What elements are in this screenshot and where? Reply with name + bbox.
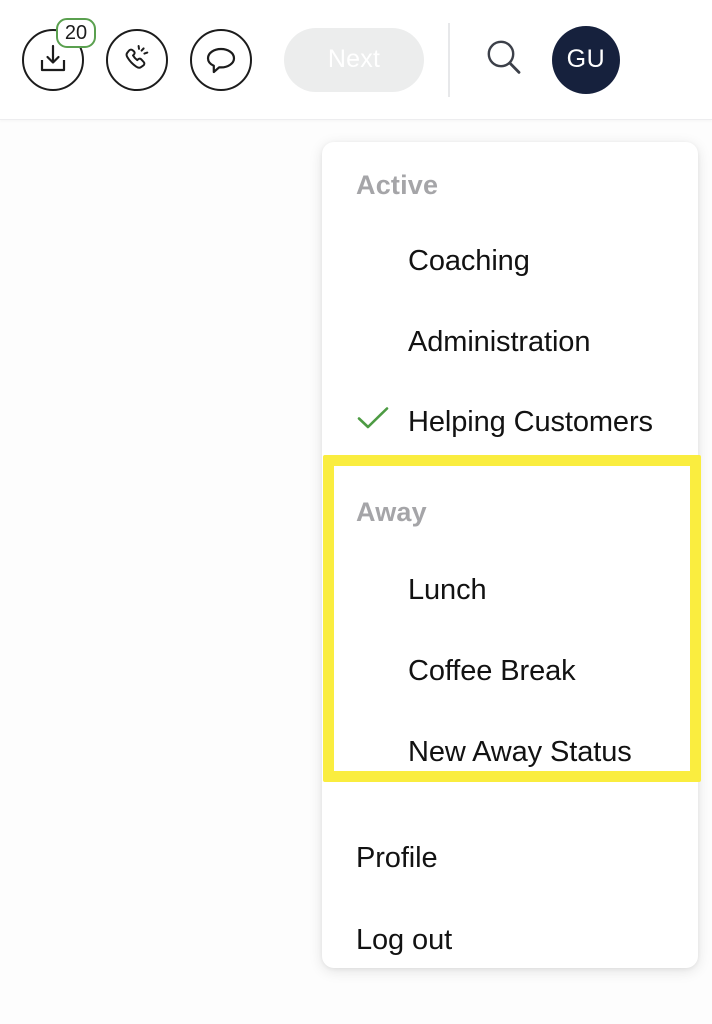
next-button[interactable]: Next [284,27,424,92]
user-status-dropdown-menu: Active Coaching Administration Helping C… [322,142,701,970]
menu-option-coaching[interactable]: Coaching [322,238,698,284]
menu-item-profile[interactable]: Profile [322,842,698,888]
header-divider [448,22,450,97]
menu-option-label: Helping Customers [408,405,653,438]
menu-option-coffee-break[interactable]: Coffee Break [322,648,698,694]
section-header-active: Active [356,170,439,200]
inbox-tray-download-icon [36,43,70,77]
chat-bubble-icon [204,44,238,76]
check-slot [356,405,408,439]
menu-option-label: Administration [408,325,591,358]
checkmark-icon [356,405,390,439]
section-header-away: Away [356,497,427,527]
inbox-badge-count: 20 [56,17,96,48]
call-button[interactable] [106,28,168,91]
chat-button[interactable] [190,28,252,91]
menu-option-helping-customers[interactable]: Helping Customers [322,399,698,445]
menu-option-administration[interactable]: Administration [322,319,698,365]
avatar-initials: GU [566,45,606,73]
menu-option-label: Coffee Break [408,654,576,687]
search-icon [482,36,526,83]
search-button[interactable] [476,32,532,88]
menu-option-label: Coaching [408,244,530,277]
menu-option-lunch[interactable]: Lunch [322,567,698,613]
menu-option-new-away-status[interactable]: New Away Status [322,729,698,775]
inbox-button[interactable]: 20 [22,17,96,91]
user-avatar[interactable]: GU [552,25,620,94]
menu-item-log-out[interactable]: Log out [322,924,698,970]
menu-option-label: Lunch [408,573,487,606]
app-header: 20 Next GU [0,0,712,120]
menu-option-label: New Away Status [408,735,632,768]
phone-ringing-icon [120,43,154,77]
